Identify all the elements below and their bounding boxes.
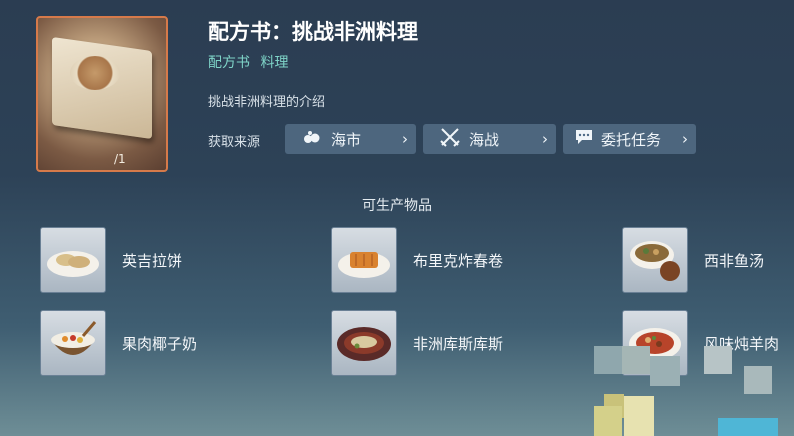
product-item[interactable]: 布里克炸春卷 <box>331 227 551 293</box>
product-item[interactable]: 果肉椰子奶 <box>40 310 240 376</box>
product-item[interactable]: 非洲库斯库斯 <box>331 310 551 376</box>
chevron-right-icon: › <box>542 130 548 148</box>
chevron-right-icon: › <box>682 130 688 148</box>
source-label: 获取来源 <box>208 135 261 150</box>
injera-dish-icon <box>40 227 106 293</box>
tag-cuisine: 料理 <box>260 55 289 71</box>
market-icon <box>299 130 325 148</box>
crossed-swords-icon <box>437 126 463 152</box>
source-button-naval-battle[interactable]: 海战 › <box>423 124 556 154</box>
item-count: /1 <box>114 152 126 166</box>
source-market-label: 海市 <box>331 130 362 149</box>
product-name: 西非鱼汤 <box>704 252 765 270</box>
chat-bubble-icon <box>571 129 597 149</box>
tag-recipe-book: 配方书 <box>208 55 250 71</box>
recipe-description: 挑战非洲料理的介绍 <box>208 95 326 110</box>
product-name: 果肉椰子奶 <box>122 335 198 353</box>
couscous-dish-icon <box>331 310 397 376</box>
products-heading: 可生产物品 <box>362 198 432 214</box>
brik-rolls-dish-icon <box>331 227 397 293</box>
product-name: 英吉拉饼 <box>122 252 183 270</box>
source-commission-label: 委托任务 <box>601 130 662 149</box>
chevron-right-icon: › <box>402 130 408 148</box>
source-button-commission[interactable]: 委托任务 › <box>563 124 696 154</box>
dish-plate-icon <box>70 56 120 90</box>
product-name: 非洲库斯库斯 <box>413 335 504 353</box>
product-name: 布里克炸春卷 <box>413 252 504 270</box>
product-item[interactable]: 英吉拉饼 <box>40 227 240 293</box>
source-naval-battle-label: 海战 <box>469 130 500 149</box>
source-button-market[interactable]: 海市 › <box>285 124 416 154</box>
coconut-milk-dish-icon <box>40 310 106 376</box>
recipe-book-image: /1 <box>36 16 168 172</box>
recipe-tags: 配方书 料理 <box>208 52 294 72</box>
product-item[interactable]: 西非鱼汤 <box>622 227 794 293</box>
pixelated-overlay <box>594 346 794 436</box>
fish-soup-dish-icon <box>622 227 688 293</box>
recipe-title: 配方书：挑战非洲料理 <box>208 20 418 44</box>
